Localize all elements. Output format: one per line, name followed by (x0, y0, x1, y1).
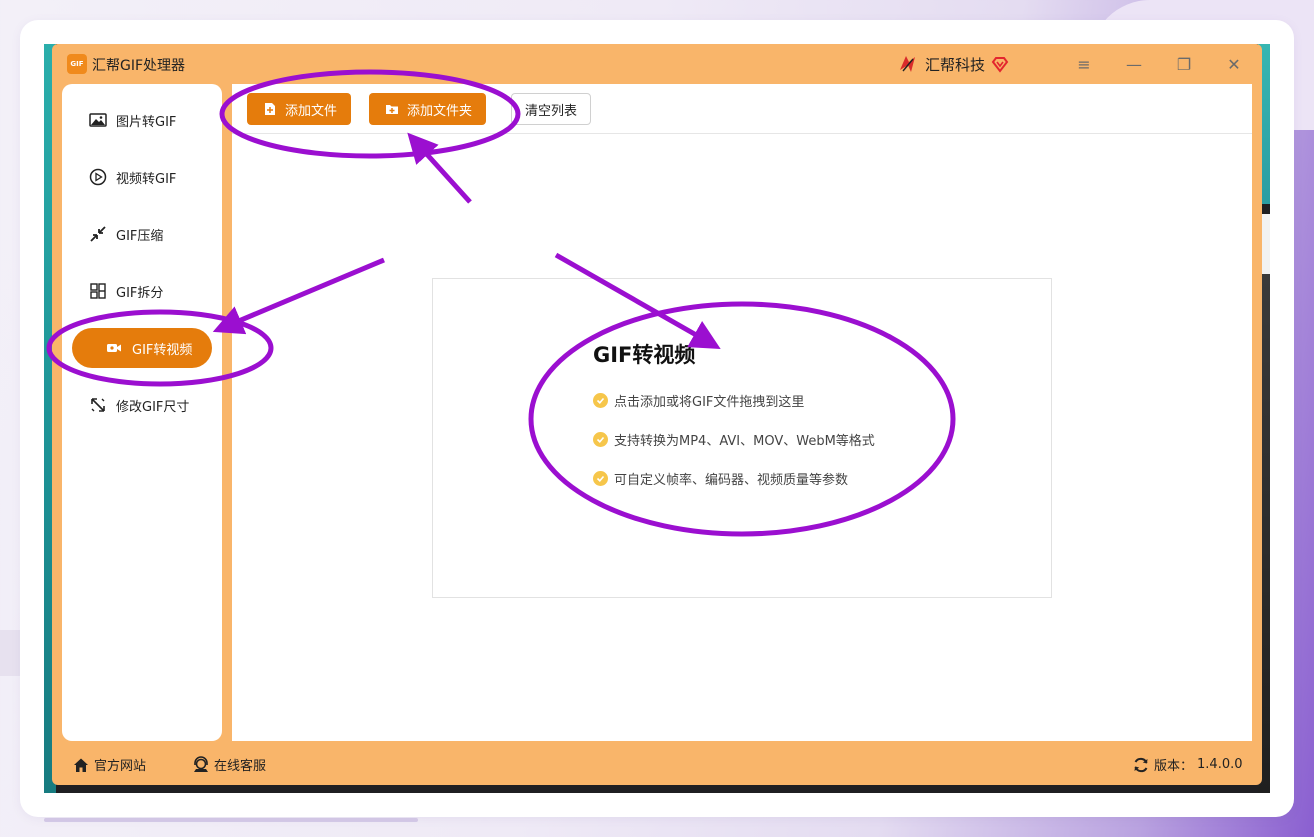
app-window: GIF 汇帮GIF处理器 汇帮科技 ≡ — ❐ ✕ 图片转GIF 视频转GIF (52, 44, 1262, 785)
sidebar: 图片转GIF 视频转GIF GIF压缩 GIF拆分 GIF转视频 修改GIF尺寸 (62, 84, 222, 741)
add-folder-label: 添加文件夹 (407, 103, 473, 119)
resize-icon (91, 398, 105, 412)
add-file-label: 添加文件 (285, 103, 338, 119)
sidebar-item-label: 视频转GIF (116, 171, 177, 187)
feature-text: 点击添加或将GIF文件拖拽到这里 (614, 395, 805, 410)
feature-text: 支持转换为MP4、AVI、MOV、WebM等格式 (614, 434, 875, 449)
clear-list-button[interactable]: 清空列表 (511, 93, 592, 125)
minimize-icon[interactable]: — (1120, 52, 1148, 76)
sidebar-item-label: 图片转GIF (116, 114, 177, 130)
vip-diamond-icon[interactable] (991, 55, 1009, 73)
main-content: 添加文件 添加文件夹 清空列表 GIF转视频 点击添加或将GIF文件拖拽到这里 … (232, 84, 1252, 741)
maximize-icon[interactable]: ❐ (1170, 52, 1198, 76)
add-folder-button[interactable]: 添加文件夹 (369, 93, 487, 125)
feature-item: 点击添加或将GIF文件拖拽到这里 (593, 391, 804, 410)
feature-item: 可自定义帧率、编码器、视频质量等参数 (593, 469, 848, 488)
menu-icon[interactable]: ≡ (1070, 52, 1098, 76)
close-icon[interactable]: ✕ (1220, 52, 1248, 76)
official-website-label: 官方网站 (94, 759, 147, 774)
add-file-icon (265, 103, 275, 115)
brand[interactable]: 汇帮科技 (897, 53, 1009, 75)
online-support-link[interactable]: 在线客服 (192, 755, 266, 774)
sidebar-item-video-to-gif[interactable]: 视频转GIF (62, 157, 222, 197)
sidebar-item-label: GIF拆分 (116, 285, 164, 301)
image-icon (89, 113, 107, 127)
official-website-link[interactable]: 官方网站 (72, 755, 146, 774)
feature-text: 可自定义帧率、编码器、视频质量等参数 (614, 473, 849, 488)
app-title: 汇帮GIF处理器 (92, 58, 186, 74)
background-decoration (44, 818, 418, 822)
sidebar-item-label: GIF压缩 (116, 228, 164, 244)
brand-name: 汇帮科技 (925, 55, 986, 74)
video-camera-icon (107, 344, 121, 352)
home-icon (74, 758, 88, 772)
check-icon (593, 393, 608, 408)
version-number: 1.4.0.0 (1197, 757, 1243, 772)
version-info[interactable]: 版本： 1.4.0.0 (1132, 755, 1243, 774)
check-icon (593, 432, 608, 447)
online-support-label: 在线客服 (214, 759, 267, 774)
brand-logo-icon (900, 56, 915, 72)
compress-icon (90, 226, 106, 242)
sidebar-item-gif-split[interactable]: GIF拆分 (62, 271, 222, 311)
footer: 官方网站 在线客服 版本： 1.4.0.0 (52, 741, 1262, 785)
split-icon (90, 283, 106, 299)
toolbar: 添加文件 添加文件夹 清空列表 (232, 84, 1252, 134)
support-agent-icon (194, 755, 208, 772)
sidebar-item-label: GIF转视频 (132, 342, 193, 358)
play-circle-icon (89, 168, 107, 186)
version-label: 版本： (1154, 759, 1194, 774)
add-file-button[interactable]: 添加文件 (247, 93, 352, 125)
sidebar-item-resize-gif[interactable]: 修改GIF尺寸 (62, 385, 222, 425)
title-bar: GIF 汇帮GIF处理器 汇帮科技 ≡ — ❐ ✕ (52, 44, 1262, 84)
sidebar-item-gif-to-video[interactable]: GIF转视频 (72, 328, 212, 368)
sidebar-item-gif-compress[interactable]: GIF压缩 (62, 214, 222, 254)
add-folder-icon (386, 105, 398, 114)
refresh-icon (1134, 757, 1148, 772)
check-icon (593, 471, 608, 486)
app-logo: GIF (67, 54, 87, 74)
file-drop-zone[interactable]: GIF转视频 点击添加或将GIF文件拖拽到这里 支持转换为MP4、AVI、MOV… (432, 278, 1052, 598)
feature-item: 支持转换为MP4、AVI、MOV、WebM等格式 (593, 430, 875, 449)
sidebar-item-label: 修改GIF尺寸 (116, 399, 190, 415)
drop-zone-title: GIF转视频 (593, 343, 696, 367)
sidebar-item-image-to-gif[interactable]: 图片转GIF (62, 100, 222, 140)
